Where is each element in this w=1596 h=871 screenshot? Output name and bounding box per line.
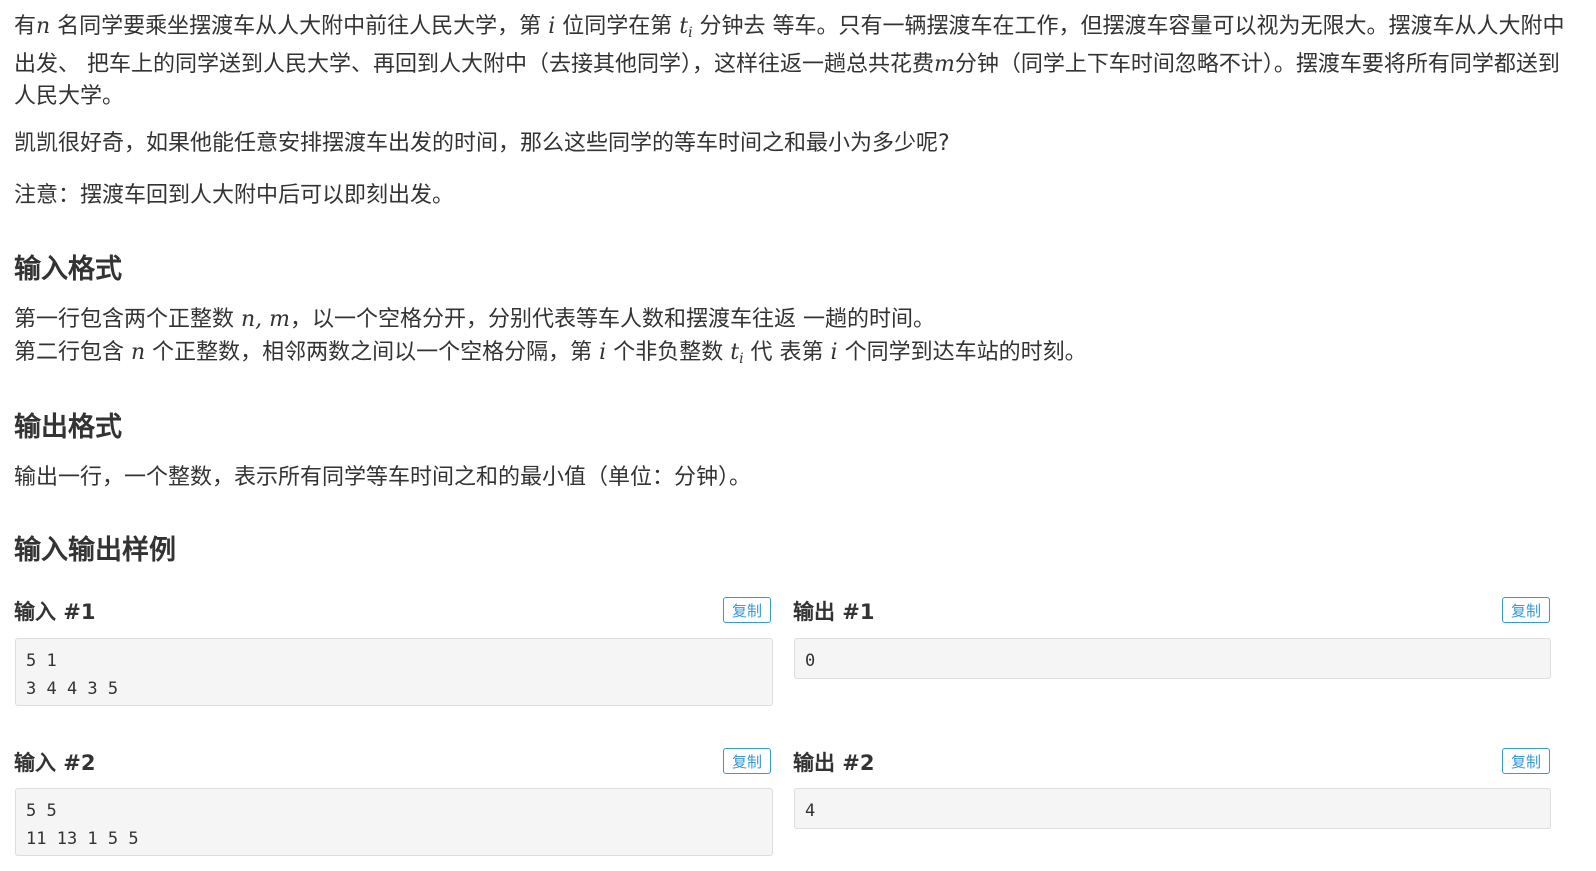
output-format-text: 输出一行，一个整数，表示所有同学等车时间之和的最小值（单位：分钟）。	[14, 465, 752, 490]
text: 个非负整数	[606, 340, 731, 365]
math-t: t	[679, 14, 689, 39]
sample-input-label: 输入 #2	[14, 751, 96, 775]
copy-button[interactable]: 复制	[1502, 748, 1550, 774]
input-format-line1: 第一行包含两个正整数 n, m，以一个空格分开，分别代表等车人数和摆渡车往返 一…	[14, 304, 935, 336]
math-t-i: ti	[730, 340, 743, 367]
sample-output-label: 输出 #1	[793, 600, 875, 624]
math-n: n	[36, 14, 51, 39]
input-format-line2: 第二行包含 n 个正整数，相邻两数之间以一个空格分隔，第 i 个非负整数 ti …	[14, 337, 1087, 375]
input-format-heading: 输入格式	[14, 254, 122, 285]
copy-button[interactable]: 复制	[723, 748, 771, 774]
text: 名同学要乘坐摆渡车从人大附中前往人民大学，第	[50, 14, 549, 39]
sample-input-label: 输入 #1	[14, 600, 96, 624]
math-n-m: n, m	[241, 307, 291, 332]
problem-question: 凯凯很好奇，如果他能任意安排摆渡车出发的时间，那么这些同学的等车时间之和最小为多…	[14, 131, 950, 156]
math-i: i	[830, 340, 838, 365]
math-n: n	[131, 340, 146, 365]
text: ，以一个空格分开，分别代表等车人数和摆渡车往返 一趟的时间。	[290, 307, 936, 332]
problem-statement: 有n 名同学要乘坐摆渡车从人大附中前往人民大学，第 i 位同学在第 ti 分钟去…	[0, 0, 1596, 871]
sample-output-label: 输出 #2	[793, 751, 875, 775]
problem-note: 注意：摆渡车回到人大附中后可以即刻出发。	[14, 183, 455, 208]
text: 位同学在第	[555, 14, 680, 39]
sample-output-box[interactable]: 0	[794, 638, 1551, 679]
math-t-i: ti	[679, 14, 692, 41]
copy-button[interactable]: 复制	[723, 597, 771, 623]
text: 有	[14, 14, 37, 39]
text: 个同学到达车站的时刻。	[837, 340, 1087, 365]
text: 第一行包含两个正整数	[14, 307, 241, 332]
math-t: t	[730, 340, 740, 365]
text: 第二行包含	[14, 340, 131, 365]
text: 个正整数，相邻两数之间以一个空格分隔，第	[145, 340, 600, 365]
text: 代 表第	[743, 340, 831, 365]
sample-output-box[interactable]: 4	[794, 788, 1551, 829]
sample-input-box[interactable]: 5 1 3 4 4 3 5	[15, 638, 773, 706]
math-m: m	[934, 52, 955, 77]
problem-description: 有n 名同学要乘坐摆渡车从人大附中前往人民大学，第 i 位同学在第 ti 分钟去…	[14, 11, 1574, 113]
copy-button[interactable]: 复制	[1502, 597, 1550, 623]
output-format-heading: 输出格式	[14, 412, 122, 443]
sample-input-box[interactable]: 5 5 11 13 1 5 5	[15, 788, 773, 856]
samples-heading: 输入输出样例	[14, 535, 176, 566]
